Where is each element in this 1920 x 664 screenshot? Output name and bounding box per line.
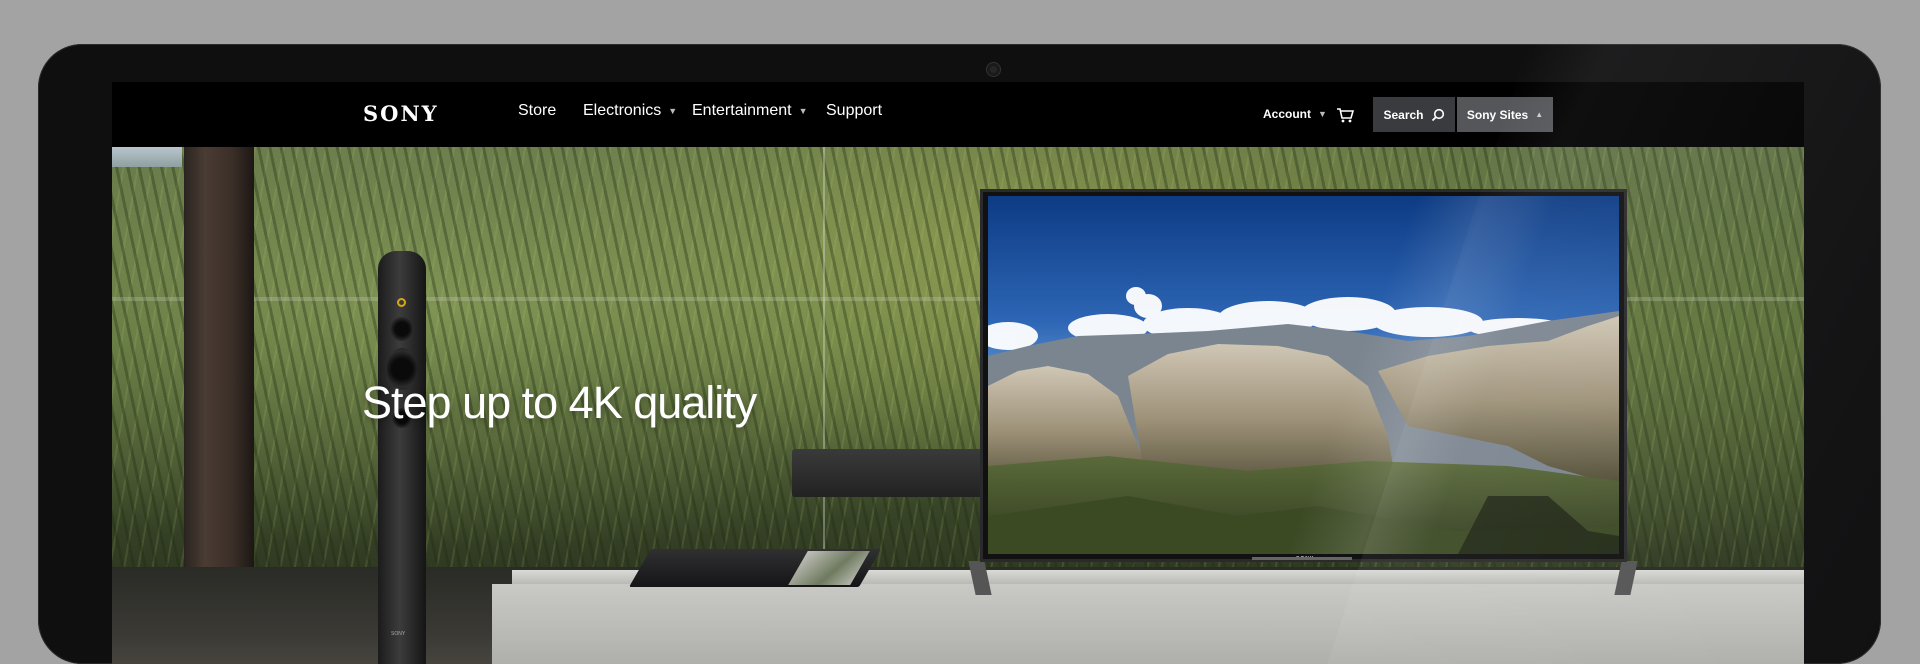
nav-item-electronics[interactable]: Electronics ▼: [583, 102, 677, 120]
nav-item-label: Entertainment: [692, 102, 792, 119]
nav-item-entertainment[interactable]: Entertainment ▼: [692, 102, 808, 120]
4k-tv-image: SONY: [980, 189, 1627, 562]
monitor-frame: SONY Store Electronics ▼ Entertainment ▼ S…: [38, 44, 1881, 664]
tv-stand-bar: [1252, 557, 1352, 560]
tv-screen: [988, 196, 1619, 554]
search-button[interactable]: Search: [1373, 97, 1455, 132]
nav-item-support[interactable]: Support: [826, 102, 882, 120]
hero-headline: Step up to 4K quality: [362, 377, 757, 428]
chevron-down-icon: ▼: [798, 106, 808, 116]
chevron-down-icon: ▼: [668, 106, 678, 116]
background-bench: [792, 449, 982, 497]
nav-item-label: Store: [518, 102, 557, 119]
nav-item-label: Support: [826, 102, 883, 119]
speaker-woofer: [390, 317, 414, 341]
chevron-down-icon: ▼: [1318, 109, 1327, 119]
search-label: Search: [1383, 107, 1424, 122]
tower-speaker-image: SONY: [378, 251, 426, 664]
speaker-tweeter-ring: [397, 298, 406, 307]
sony-sites-label: Sony Sites: [1466, 107, 1529, 122]
table-front: [492, 584, 1804, 664]
account-menu[interactable]: Account ▼: [1263, 107, 1327, 121]
search-icon: [1431, 108, 1444, 121]
nav-item-label: Electronics: [583, 102, 662, 119]
cart-icon[interactable]: [1336, 107, 1355, 128]
hero-banner[interactable]: SONY Step up to 4K quality: [112, 147, 1804, 664]
sky-patch: [112, 147, 182, 167]
chevron-up-icon: ▲: [1535, 110, 1544, 119]
nav-item-store[interactable]: Store: [518, 102, 556, 120]
sony-sites-button[interactable]: Sony Sites ▲: [1457, 97, 1553, 132]
account-label: Account: [1263, 107, 1311, 121]
sony-logo[interactable]: SONY: [363, 101, 439, 126]
glass-edge: [823, 147, 825, 567]
speaker-brand-label: SONY: [391, 631, 406, 637]
top-navigation-bar: SONY Store Electronics ▼ Entertainment ▼ S…: [112, 82, 1804, 147]
website-screen: SONY Store Electronics ▼ Entertainment ▼ S…: [112, 82, 1804, 664]
webcam-dot: [987, 63, 1000, 76]
